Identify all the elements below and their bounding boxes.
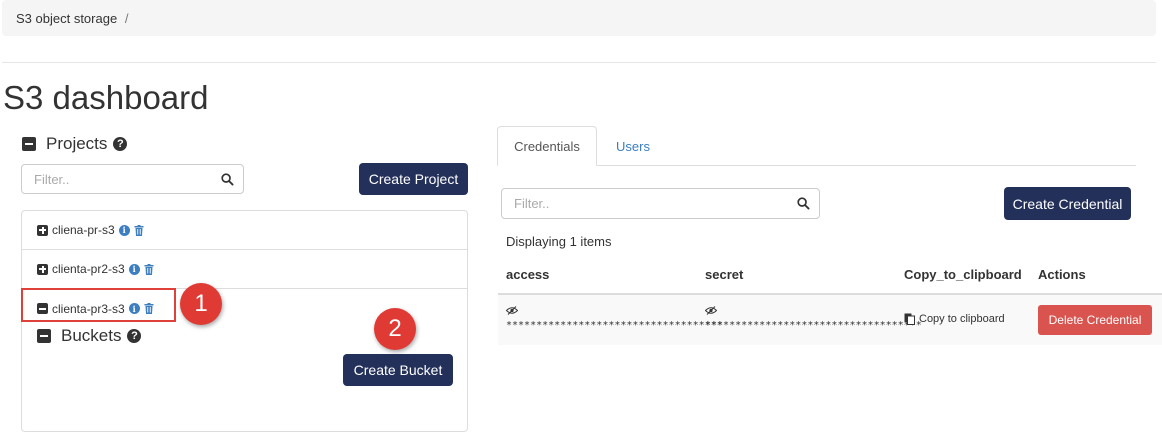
credentials-filter-input[interactable]: [501, 188, 820, 219]
expand-icon[interactable]: [37, 263, 48, 275]
copy-icon: [904, 313, 915, 325]
divider: [2, 62, 1156, 63]
breadcrumb-root[interactable]: S3 object storage: [16, 11, 117, 26]
project-row[interactable]: cliena-pr-s3 i: [22, 211, 467, 250]
secret-key-masked: ************************************: [705, 320, 922, 331]
step-badge-2: 2: [374, 308, 416, 350]
help-icon[interactable]: ?: [113, 137, 128, 151]
column-header-access: access: [506, 267, 550, 282]
info-icon[interactable]: i: [118, 224, 130, 236]
info-icon[interactable]: i: [128, 263, 140, 275]
buckets-heading: Buckets ?: [37, 326, 142, 346]
buckets-heading-label: Buckets: [61, 326, 122, 345]
tab-users[interactable]: Users: [598, 126, 668, 166]
projects-filter: [21, 164, 244, 194]
breadcrumb: S3 object storage /: [2, 0, 1156, 36]
column-header-secret: secret: [705, 267, 744, 282]
delete-credential-button[interactable]: Delete Credential: [1038, 305, 1152, 335]
copy-label: Copy to clipboard: [919, 313, 1005, 325]
access-key-masked: ************************************: [506, 320, 723, 331]
table-row: ************************************ ***…: [498, 295, 1162, 345]
projects-filter-input[interactable]: [21, 164, 244, 194]
eye-slash-icon[interactable]: [506, 306, 518, 315]
column-header-copy: Copy_to_clipboard: [904, 267, 1022, 282]
help-icon[interactable]: ?: [127, 329, 142, 343]
breadcrumb-separator: /: [124, 11, 129, 26]
search-icon[interactable]: [221, 173, 234, 186]
project-row[interactable]: clienta-pr2-s3 i: [22, 250, 467, 289]
copy-to-clipboard-button[interactable]: Copy to clipboard: [904, 313, 1005, 325]
project-name[interactable]: cliena-pr-s3: [52, 223, 115, 237]
page-title: S3 dashboard: [3, 79, 209, 116]
credentials-filter: [501, 188, 820, 219]
step-badge-1: 1: [180, 283, 222, 325]
search-icon[interactable]: [797, 197, 810, 210]
create-project-button[interactable]: Create Project: [359, 163, 468, 195]
create-credential-button[interactable]: Create Credential: [1004, 187, 1131, 220]
trash-icon[interactable]: [134, 224, 144, 236]
expand-icon[interactable]: [37, 224, 48, 236]
eye-slash-icon[interactable]: [705, 306, 717, 315]
items-count: Displaying 1 items: [506, 234, 612, 249]
tab-credentials[interactable]: Credentials: [497, 126, 597, 166]
projects-heading-label: Projects: [46, 134, 108, 153]
trash-icon[interactable]: [144, 263, 154, 275]
projects-heading: Projects ?: [22, 134, 128, 154]
project-name[interactable]: clienta-pr2-s3: [52, 262, 125, 276]
column-header-actions: Actions: [1038, 267, 1086, 282]
create-bucket-button[interactable]: Create Bucket: [343, 354, 453, 386]
highlight-box: [21, 288, 176, 322]
collapse-icon[interactable]: [37, 329, 51, 343]
collapse-icon[interactable]: [22, 137, 36, 151]
